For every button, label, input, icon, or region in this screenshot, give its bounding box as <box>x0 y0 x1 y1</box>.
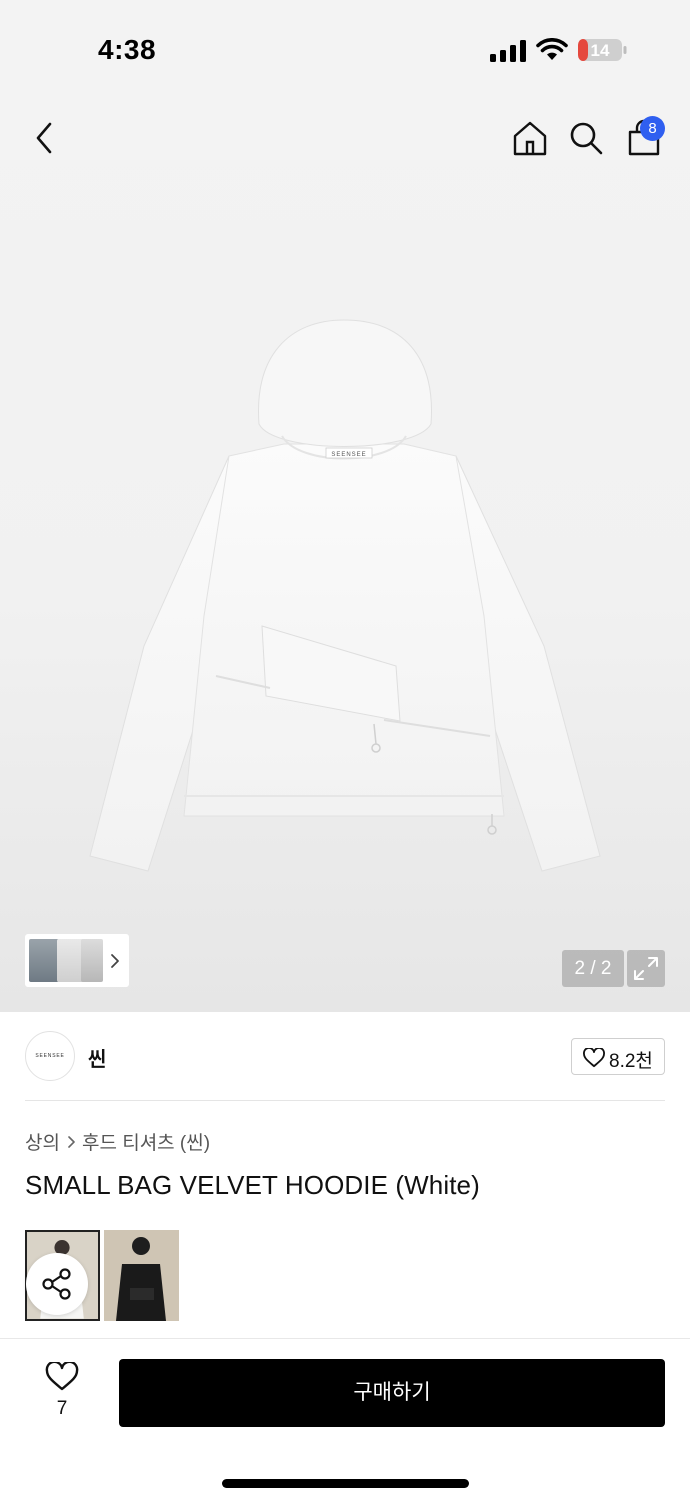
chevron-right-icon <box>68 1135 75 1148</box>
heart-icon <box>583 1048 605 1068</box>
wifi-icon <box>536 38 568 60</box>
status-time: 4:38 <box>98 34 157 65</box>
cellular-signal-icon <box>490 40 526 62</box>
back-icon[interactable] <box>28 118 64 158</box>
expand-button[interactable] <box>627 950 665 987</box>
share-button[interactable] <box>26 1253 88 1315</box>
share-icon <box>42 1268 71 1300</box>
model-black-thumbnail <box>104 1230 179 1321</box>
wishlist-count: 7 <box>56 1398 68 1419</box>
buy-button[interactable]: 구매하기 <box>119 1359 665 1427</box>
status-bar: 4:38 14 <box>0 0 690 100</box>
battery-level: 14 <box>591 41 610 60</box>
product-title: SMALL BAG VELVET HOODIE (White) <box>25 1170 480 1200</box>
brand-name[interactable]: 씬 <box>88 1043 106 1072</box>
breadcrumb-category[interactable]: 상의 <box>25 1128 60 1155</box>
cart-count-badge[interactable]: 8 <box>640 116 665 141</box>
wishlist-heart-icon[interactable] <box>45 1362 79 1392</box>
product-image[interactable]: SEENSEE <box>84 316 606 876</box>
hoodie-neck-label: SEENSEE <box>331 452 366 458</box>
chevron-right-icon[interactable] <box>107 948 123 974</box>
strip-thumbnail[interactable] <box>81 939 103 982</box>
strip-thumbnail[interactable] <box>29 939 59 982</box>
gallery-thumbnail-strip[interactable] <box>25 934 129 987</box>
search-icon[interactable] <box>566 118 606 158</box>
breadcrumb: 상의 후드 티셔츠 (씬) <box>25 1128 210 1155</box>
home-indicator[interactable] <box>222 1479 469 1488</box>
variant-thumbnail-black[interactable] <box>104 1230 179 1321</box>
expand-icon <box>634 957 658 980</box>
divider <box>25 1100 665 1101</box>
battery-icon: 14 <box>578 39 627 61</box>
brand-like-count: 8.2천 <box>609 1051 653 1072</box>
gallery-page-counter: 2 / 2 <box>562 950 624 987</box>
home-icon[interactable] <box>510 118 550 158</box>
breadcrumb-subcategory[interactable]: 후드 티셔츠 (씬) <box>82 1128 210 1155</box>
brand-logo[interactable]: SEENSEE <box>25 1031 75 1081</box>
brand-like-button[interactable]: 8.2천 <box>571 1038 665 1075</box>
